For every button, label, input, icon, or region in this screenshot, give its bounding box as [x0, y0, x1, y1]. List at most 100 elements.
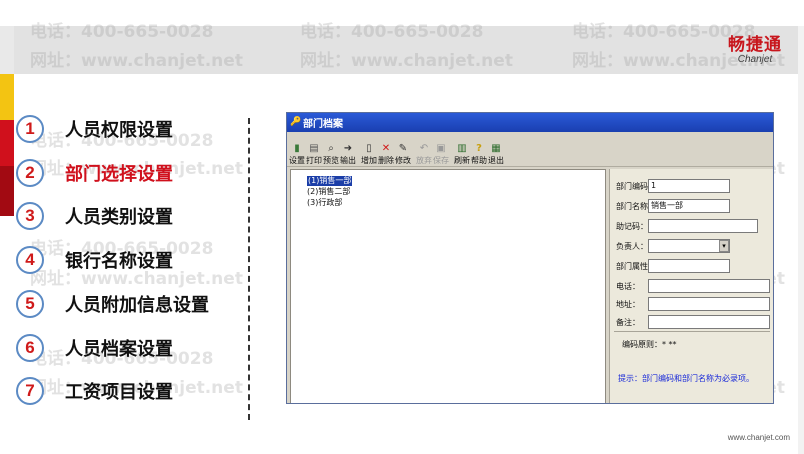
coding-rule-text: 编码原则：* **	[622, 340, 677, 349]
toolbar-button-label: 放弃	[416, 156, 432, 165]
menu-item-label: 部门选择设置	[65, 164, 173, 185]
help-icon: ?	[476, 143, 482, 154]
preview-icon: ⌕	[328, 143, 334, 154]
field-label: 负责人：	[616, 241, 648, 251]
menu-item-additional-info[interactable]: 5 人员附加信息设置	[16, 286, 209, 322]
dashed-divider	[248, 118, 250, 420]
toolbar-button-undo[interactable]: ↶ 放弃	[416, 134, 432, 166]
toolbar-button-settings[interactable]: ▮ 设置	[289, 134, 305, 166]
menu-item-label: 人员权限设置	[65, 120, 173, 141]
field-label: 助记码：	[616, 221, 648, 231]
add-icon: ▯	[366, 143, 372, 154]
tree-item[interactable]: (2)销售二部	[307, 187, 350, 197]
form-row-name: 部门名称 销售一部	[616, 199, 730, 213]
right-edge-band	[798, 26, 804, 454]
menu-number-badge: 3	[16, 202, 44, 230]
key-icon: 🔑	[290, 117, 302, 127]
menu-item-label: 银行名称设置	[65, 251, 173, 272]
menu-number-badge: 1	[16, 115, 44, 143]
menu-number-badge: 7	[16, 377, 44, 405]
toolbar-button-preview[interactable]: ⌕ 预览	[323, 134, 339, 166]
toolbar-button-label: 删除	[378, 156, 394, 165]
form-row-attribute: 部门属性	[616, 259, 730, 273]
settings-icon: ▮	[294, 143, 300, 154]
menu-item-personnel-permission[interactable]: 1 人员权限设置	[16, 111, 173, 147]
toolbar-button-export[interactable]: ➜ 输出	[340, 134, 356, 166]
toolbar-button-help[interactable]: ? 帮助	[471, 134, 487, 166]
tree-item[interactable]: (3)行政部	[307, 198, 342, 208]
exit-icon: ▦	[491, 143, 501, 154]
field-label: 地址：	[616, 299, 640, 309]
address-input[interactable]	[648, 297, 770, 311]
menu-number-badge: 4	[16, 246, 44, 274]
logo-chinese: 畅捷通	[728, 35, 782, 55]
field-label: 电话：	[616, 281, 640, 291]
edit-icon: ✎	[398, 143, 408, 154]
toolbar-button-edit[interactable]: ✎ 修改	[395, 134, 411, 166]
department-code-input[interactable]: 1	[648, 179, 730, 193]
form-row-remark: 备注：	[616, 315, 770, 329]
logo-english: Chanjet	[737, 54, 773, 65]
menu-item-department-selection[interactable]: 2 部门选择设置	[16, 155, 173, 191]
field-label: 部门编码	[616, 181, 648, 191]
toolbar-button-label: 输出	[340, 156, 356, 165]
toolbar-button-print[interactable]: ▤ 打印	[306, 134, 322, 166]
accent-stripe-yellow	[0, 74, 14, 120]
toolbar-button-label: 修改	[395, 156, 411, 165]
toolbar-button-label: 帮助	[471, 156, 487, 165]
menu-item-personnel-file[interactable]: 6 人员档案设置	[16, 330, 173, 366]
header-band	[0, 26, 804, 74]
top-band	[0, 0, 804, 26]
required-hint-text: 提示：部门编码和部门名称为必录项。	[618, 374, 754, 383]
save-icon: ▣	[436, 143, 446, 154]
menu-number-badge: 2	[16, 159, 44, 187]
delete-icon: ✕	[381, 143, 391, 154]
department-name-input[interactable]: 销售一部	[648, 199, 730, 213]
tree-item[interactable]: (1)销售一部	[307, 176, 353, 186]
form-row-phone: 电话：	[616, 279, 770, 293]
toolbar-button-label: 退出	[488, 156, 504, 165]
chanjet-logo: 畅捷通 Chanjet	[728, 36, 782, 65]
menu-item-label: 人员附加信息设置	[65, 295, 209, 316]
toolbar-button-label: 增加	[361, 156, 377, 165]
toolbar-button-refresh[interactable]: ▥ 刷新	[454, 134, 470, 166]
accent-stripe-white	[0, 216, 14, 454]
window-titlebar[interactable]: 🔑 部门档案	[287, 113, 773, 132]
toolbar-button-save[interactable]: ▣ 保存	[433, 134, 449, 166]
menu-item-label: 人员类别设置	[65, 207, 173, 228]
toolbar-button-label: 刷新	[454, 156, 470, 165]
footer-url: www.chanjet.com	[727, 433, 790, 442]
form-row-manager: 负责人： ▾	[616, 239, 730, 253]
menu-number-badge: 5	[16, 290, 44, 318]
phone-input[interactable]	[648, 279, 770, 293]
toolbar-button-exit[interactable]: ▦ 退出	[488, 134, 504, 166]
form-divider	[614, 331, 770, 332]
menu-item-label: 人员档案设置	[65, 339, 173, 360]
remark-input[interactable]	[648, 315, 770, 329]
department-attribute-input[interactable]	[648, 259, 730, 273]
menu-item-bank-name[interactable]: 4 银行名称设置	[16, 242, 173, 278]
menu-item-salary-items[interactable]: 7 工资项目设置	[16, 373, 173, 409]
field-label: 部门名称	[616, 201, 648, 211]
slide: 畅捷通 Chanjet 电话：400-665-0028 电话：400-665-0…	[0, 0, 804, 454]
mnemonic-input[interactable]	[648, 219, 758, 233]
manager-select[interactable]	[648, 239, 730, 253]
department-archive-window: 🔑 部门档案 ▮ 设置 ▤ 打印 ⌕ 预览 ➜ 输出 ▯ 增加 ✕ 删除 ✎ 修…	[286, 112, 774, 404]
accent-stripe-darkred	[0, 166, 14, 216]
field-label: 备注：	[616, 317, 640, 327]
toolbar-button-add[interactable]: ▯ 增加	[361, 134, 377, 166]
toolbar-button-delete[interactable]: ✕ 删除	[378, 134, 394, 166]
undo-icon: ↶	[419, 143, 429, 154]
toolbar-button-label: 设置	[289, 156, 305, 165]
export-icon: ➜	[343, 143, 353, 154]
accent-stripe-red	[0, 120, 14, 166]
toolbar-button-label: 预览	[323, 156, 339, 165]
menu-item-personnel-category[interactable]: 3 人员类别设置	[16, 198, 173, 234]
form-row-code: 部门编码 1	[616, 179, 730, 193]
refresh-icon: ▥	[457, 143, 467, 154]
field-label: 部门属性	[616, 261, 648, 271]
department-form: 部门编码 1 部门名称 销售一部 助记码： 负责人： ▾ 部门属性 电话： 地址…	[609, 169, 773, 403]
dropdown-arrow-icon[interactable]: ▾	[719, 240, 729, 252]
toolbar-button-label: 打印	[306, 156, 322, 165]
toolbar-button-label: 保存	[433, 156, 449, 165]
